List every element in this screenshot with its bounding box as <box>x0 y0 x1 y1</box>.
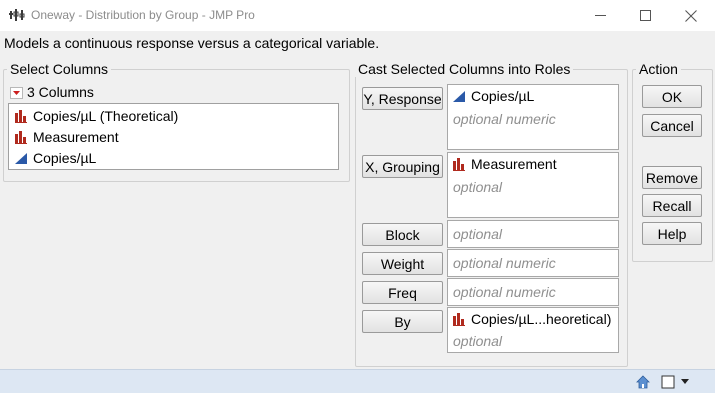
columns-list[interactable]: Copies/µL (Theoretical) Measurement Copi… <box>8 103 339 170</box>
column-label: Copies/µL (Theoretical) <box>33 108 179 124</box>
red-triangle-menu-icon[interactable] <box>10 86 23 99</box>
freq-placeholder: optional numeric <box>453 284 556 300</box>
x-grouping-button[interactable]: X, Grouping <box>362 155 443 178</box>
maximize-icon <box>639 10 651 21</box>
weight-button[interactable]: Weight <box>362 252 443 275</box>
weight-role-box[interactable]: optional numeric <box>447 249 619 277</box>
role-item[interactable]: Measurement <box>453 156 557 172</box>
remove-button[interactable]: Remove <box>642 166 702 189</box>
close-icon <box>685 9 697 22</box>
title-bar: Oneway - Distribution by Group - JMP Pro <box>0 0 715 31</box>
minimize-icon <box>594 15 606 16</box>
maximize-button[interactable] <box>622 0 668 31</box>
role-item-label: Measurement <box>471 156 557 172</box>
column-label: Measurement <box>33 129 119 145</box>
column-label: Copies/µL <box>33 150 97 166</box>
continuous-triangle-icon <box>453 90 466 103</box>
cast-roles-legend: Cast Selected Columns into Roles <box>355 61 574 77</box>
x-grouping-placeholder: optional <box>453 179 503 195</box>
freq-role-box[interactable]: optional numeric <box>447 278 619 306</box>
dialog-description: Models a continuous response versus a ca… <box>4 35 380 51</box>
role-item-label: Copies/µL...heoretical) <box>471 311 612 327</box>
y-response-button[interactable]: Y, Response <box>362 87 443 110</box>
cancel-button[interactable]: Cancel <box>642 114 702 137</box>
list-item[interactable]: Copies/µL <box>15 148 96 168</box>
by-role-box[interactable]: Copies/µL...heoretical) optional <box>447 307 619 353</box>
nominal-bar-icon <box>15 130 28 144</box>
recall-button[interactable]: Recall <box>642 194 702 217</box>
continuous-triangle-icon <box>15 152 28 165</box>
window-title: Oneway - Distribution by Group - JMP Pro <box>31 8 255 22</box>
y-response-placeholder: optional numeric <box>453 111 556 127</box>
y-response-role-box[interactable]: Copies/µL optional numeric <box>447 84 619 150</box>
close-button[interactable] <box>668 0 714 31</box>
by-placeholder: optional <box>453 333 503 349</box>
x-grouping-role-box[interactable]: Measurement optional <box>447 152 619 218</box>
nominal-bar-icon <box>15 109 28 123</box>
block-role-box[interactable]: optional <box>447 220 619 248</box>
dropdown-arrow-icon[interactable] <box>678 374 692 390</box>
nominal-bar-icon <box>453 157 466 171</box>
nominal-bar-icon <box>453 312 466 326</box>
columns-count-header[interactable]: 3 Columns <box>10 84 94 100</box>
minimize-button[interactable] <box>577 0 623 31</box>
weight-placeholder: optional numeric <box>453 255 556 271</box>
list-item[interactable]: Measurement <box>15 127 119 147</box>
status-bar <box>0 369 715 393</box>
jmp-app-icon <box>9 8 25 22</box>
ok-button[interactable]: OK <box>642 85 702 108</box>
block-placeholder: optional <box>453 226 503 242</box>
action-legend: Action <box>636 61 681 77</box>
window-square-icon[interactable] <box>660 374 676 390</box>
block-button[interactable]: Block <box>362 223 443 246</box>
columns-count-label: 3 Columns <box>27 84 94 100</box>
select-columns-legend: Select Columns <box>7 61 112 77</box>
home-icon[interactable] <box>635 374 651 390</box>
help-button[interactable]: Help <box>642 222 702 245</box>
list-item[interactable]: Copies/µL (Theoretical) <box>15 106 178 126</box>
role-item[interactable]: Copies/µL...heoretical) <box>453 311 611 327</box>
freq-button[interactable]: Freq <box>362 281 443 304</box>
role-item-label: Copies/µL <box>471 88 535 104</box>
role-item[interactable]: Copies/µL <box>453 88 534 104</box>
by-button[interactable]: By <box>362 310 443 333</box>
